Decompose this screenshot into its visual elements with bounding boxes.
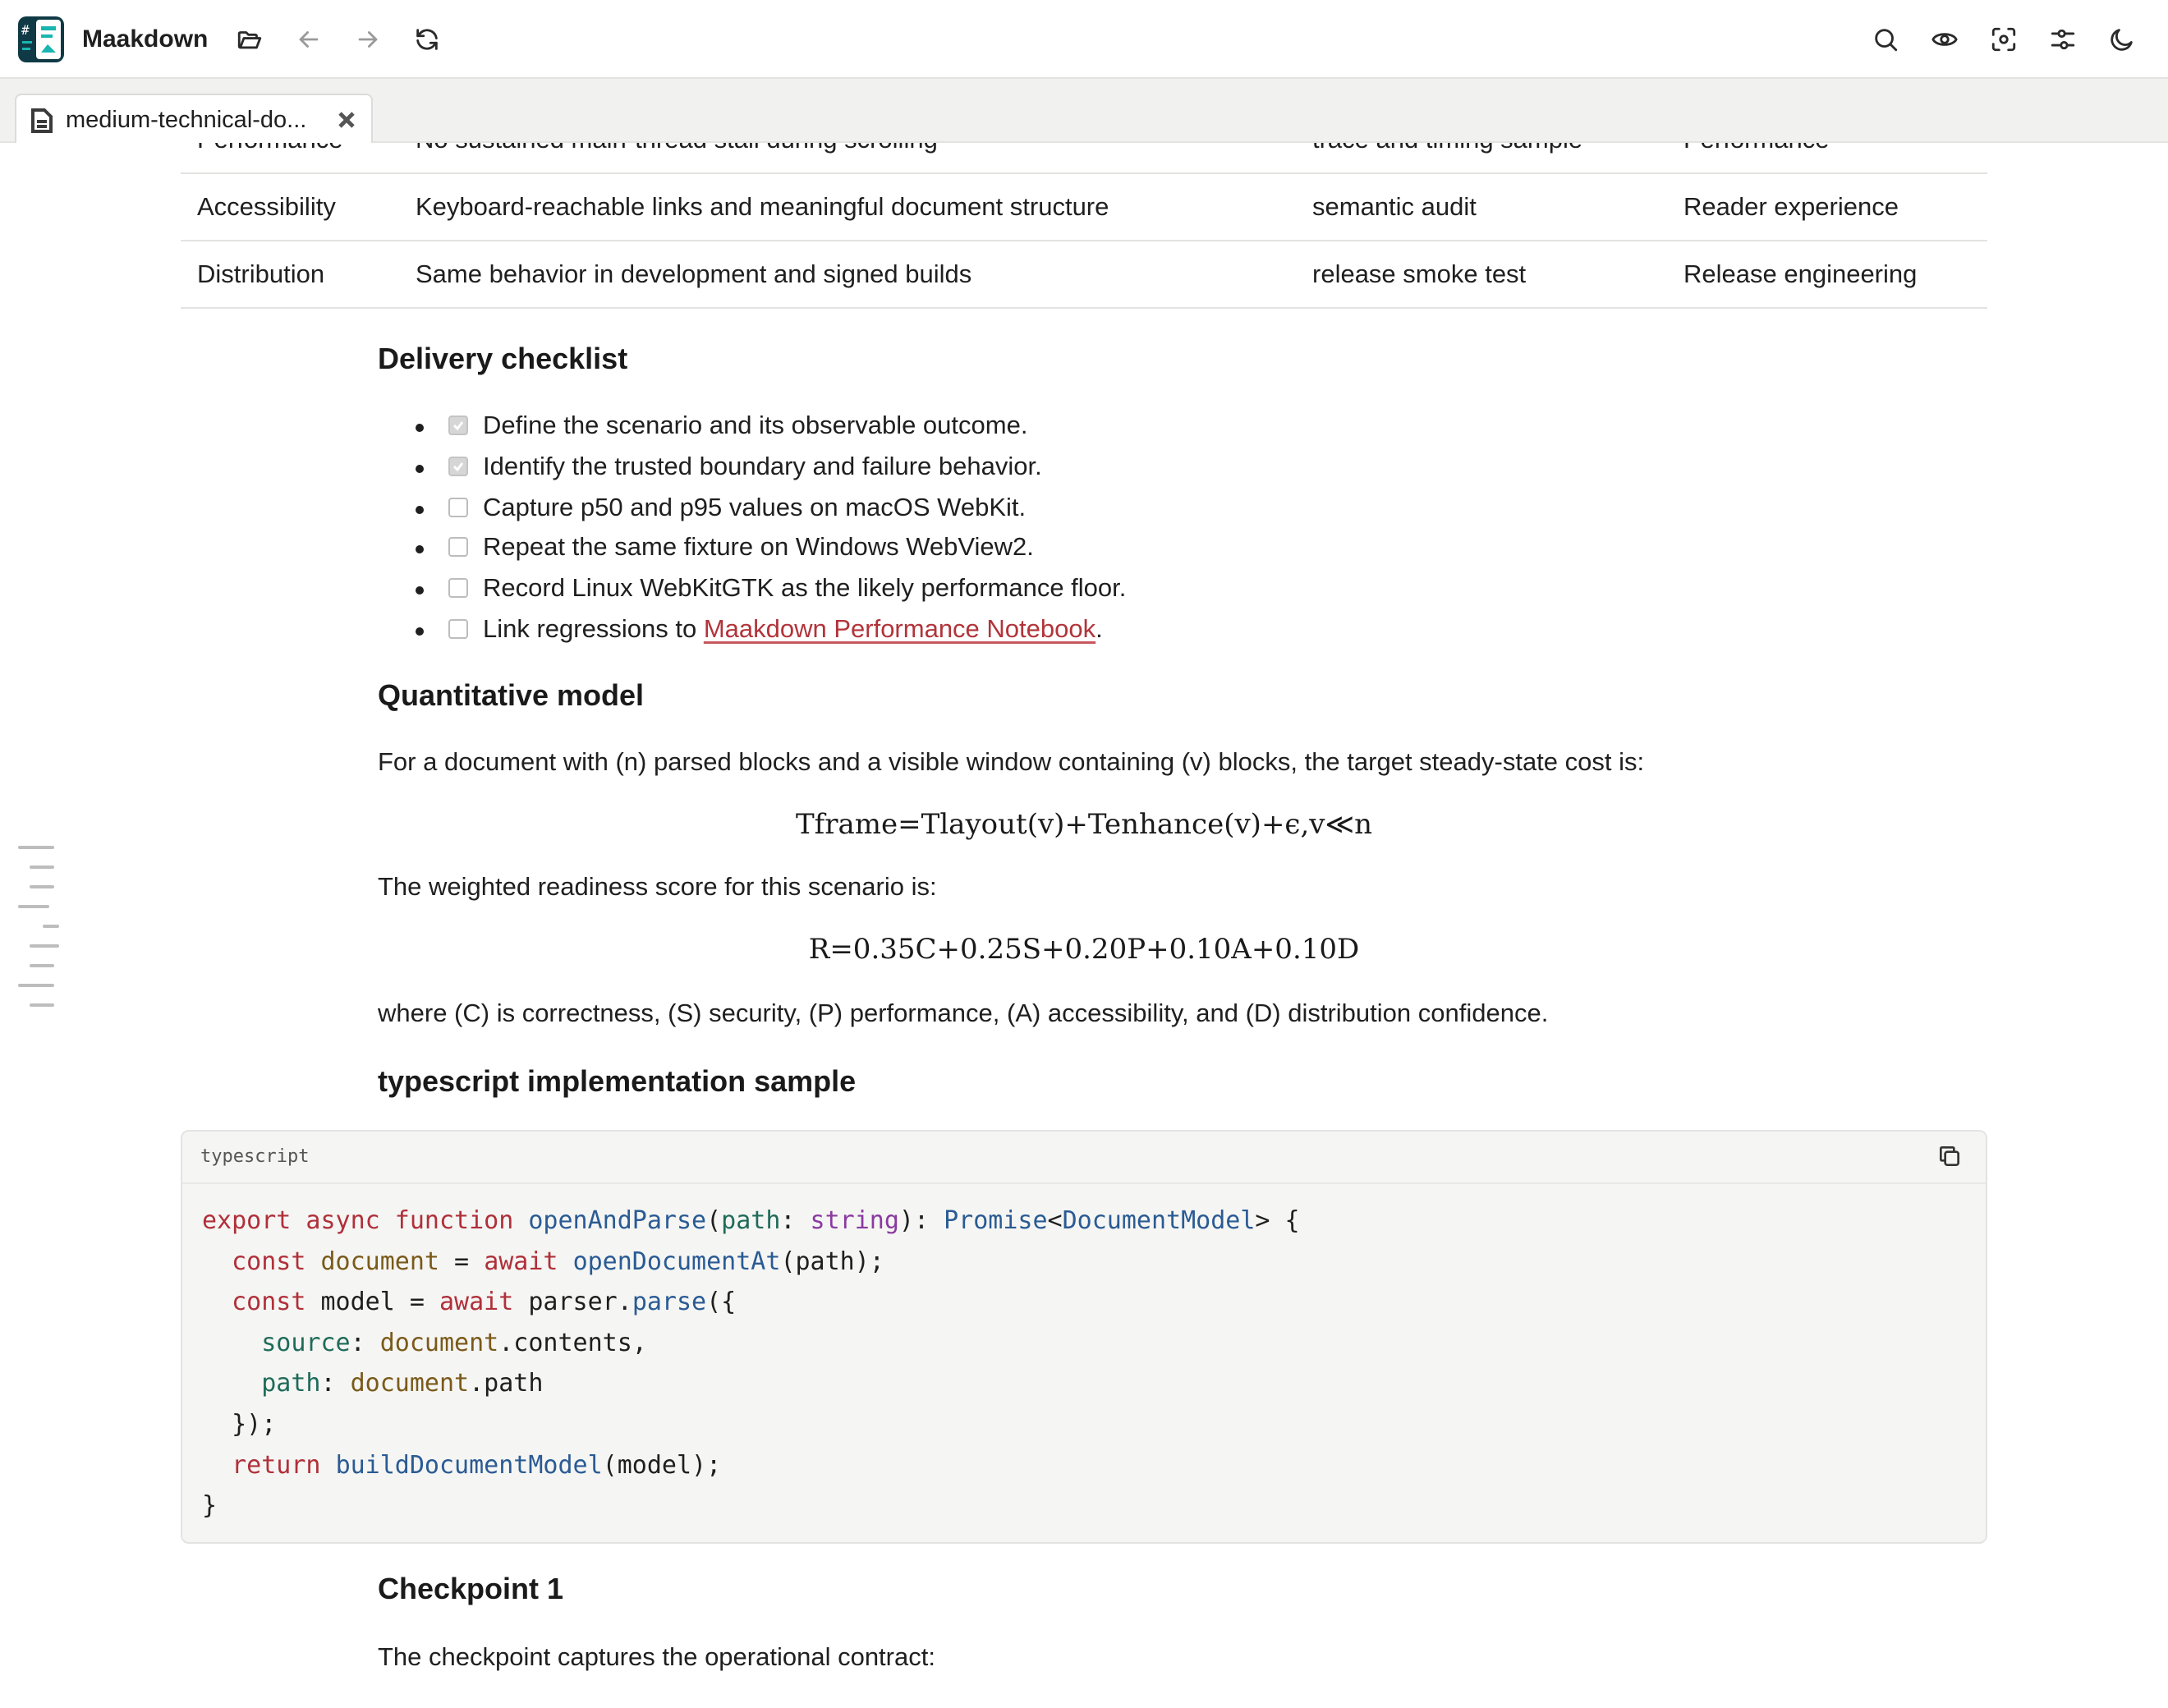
open-folder-button[interactable] (230, 20, 269, 59)
formula-frame-cost: Tframe=Tlayout(v)+Tenhance(v)+ϵ,v≪n (796, 808, 1372, 841)
formula-readiness: R=0.35C+0.25S+0.20P+0.10A+0.10D (808, 933, 1360, 966)
settings-button[interactable] (2043, 20, 2083, 59)
theme-toggle-button[interactable] (2102, 20, 2142, 59)
app-logo-icon: # (18, 16, 64, 62)
table-cell: Accessibility (197, 192, 336, 221)
tab-label: medium-technical-do... (66, 107, 307, 133)
list-item-text: Repeat the same fixture on Windows WebVi… (483, 532, 1034, 561)
copy-icon (1940, 1146, 1959, 1166)
table-cell: Performance (1683, 143, 1829, 172)
code-block: typescript export async function openAnd… (181, 1130, 1987, 1544)
back-button[interactable] (289, 20, 328, 59)
checkpoint-heading: Checkpoint 1 (378, 1572, 564, 1605)
forward-button[interactable] (348, 20, 388, 59)
list-item-text: Capture p50 and p95 values on macOS WebK… (483, 493, 1027, 521)
close-icon (338, 112, 355, 128)
table-row: Accessibility Keyboard-reachable links a… (181, 174, 1987, 241)
bullet (416, 424, 424, 432)
folder-open-icon (237, 31, 262, 49)
preview-button[interactable] (1925, 20, 1964, 59)
code-heading: typescript implementation sample (378, 1064, 857, 1098)
score-intro: The weighted readiness score for this sc… (378, 872, 937, 901)
table-cell: Reader experience (1683, 192, 1899, 221)
sliders-icon (2051, 29, 2075, 50)
tab-close-button[interactable] (333, 107, 360, 133)
reload-button[interactable] (407, 20, 447, 59)
eye-icon (1931, 33, 1958, 46)
checkpoint-text: The checkpoint captures the operational … (378, 1642, 935, 1671)
table-row: Performance No sustained main-thread sta… (181, 143, 1987, 174)
table-cell: Same behavior in development and signed … (416, 259, 972, 288)
search-button[interactable] (1866, 20, 1905, 59)
table-cell: Keyboard-reachable links and meaningful … (416, 192, 1109, 221)
bullet (416, 465, 424, 473)
checkbox[interactable] (448, 457, 468, 476)
bullet (416, 586, 424, 595)
code-header: typescript (182, 1132, 1986, 1184)
bullet (416, 506, 424, 514)
checkbox[interactable] (448, 537, 468, 557)
list-item-text: Define the scenario and its observable o… (483, 411, 1028, 439)
table-cell: Release engineering (1683, 259, 1918, 288)
document-icon (31, 108, 53, 133)
bullet (416, 545, 424, 553)
table-row: Distribution Same behavior in developmen… (181, 241, 1987, 309)
arrow-right-icon (358, 31, 378, 48)
toolbar: # Maakdown (0, 0, 2168, 79)
checkbox[interactable] (448, 498, 468, 517)
checkbox[interactable] (448, 619, 468, 639)
moon-icon (2111, 29, 2133, 51)
table-cell: No sustained main-thread stall during sc… (416, 143, 938, 172)
arrow-left-icon (299, 31, 319, 48)
code-content: export async function openAndParse(path:… (202, 1206, 1300, 1521)
checkbox[interactable] (448, 578, 468, 598)
svg-text:#: # (21, 22, 30, 38)
table-cell: release smoke test (1312, 259, 1527, 288)
table-cell: Performance (197, 143, 342, 172)
where-text: where (C) is correctness, (S) security, … (378, 999, 1549, 1027)
quant-heading: Quantitative model (378, 678, 645, 712)
checkbox[interactable] (448, 416, 468, 435)
checklist-heading: Delivery checklist (378, 342, 628, 375)
link-prefix: Link regressions to (483, 614, 704, 643)
refresh-icon (416, 29, 438, 50)
copy-code-button[interactable] (1936, 1143, 1966, 1173)
table-cell: semantic audit (1312, 192, 1477, 221)
app-title: Maakdown (82, 25, 209, 53)
list-item-text: Link regressions to Maakdown Performance… (483, 611, 1103, 647)
focus-mode-button[interactable] (1984, 20, 2023, 59)
code-language: typescript (200, 1146, 310, 1167)
table-cell: Distribution (197, 259, 325, 288)
focus-icon (1991, 27, 2016, 52)
list-item-text: Record Linux WebKitGTK as the likely per… (483, 573, 1127, 602)
link-suffix: . (1095, 614, 1103, 643)
tab-strip: medium-technical-do... (0, 79, 2168, 143)
quant-intro: For a document with (n) parsed blocks an… (378, 747, 1645, 776)
list-item-text: Identify the trusted boundary and failur… (483, 452, 1042, 480)
performance-notebook-link[interactable]: Maakdown Performance Notebook (704, 614, 1095, 643)
search-icon (1875, 29, 1898, 52)
table-cell: trace and timing sample (1312, 143, 1582, 172)
document-viewport[interactable]: Performance No sustained main-thread sta… (0, 143, 2168, 1708)
bullet (416, 627, 424, 636)
tab-document[interactable]: medium-technical-do... (15, 94, 373, 143)
